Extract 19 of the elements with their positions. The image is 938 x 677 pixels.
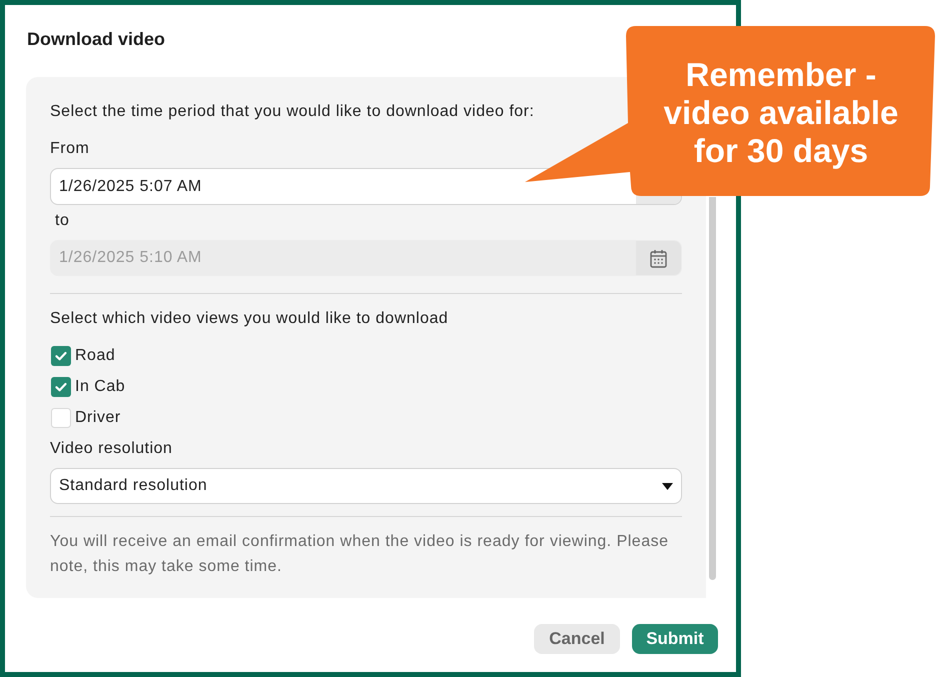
cancel-button[interactable]: Cancel	[534, 624, 620, 654]
checkbox-label[interactable]: Driver	[75, 407, 121, 429]
submit-button[interactable]: Submit	[632, 624, 718, 654]
checkbox-label[interactable]: In Cab	[75, 376, 126, 398]
checkbox-checked-icon[interactable]	[51, 346, 71, 366]
to-label: to	[55, 211, 70, 231]
checkbox-checked-icon[interactable]	[51, 377, 71, 397]
email-note: You will receive an email confirmation when the video is ready for viewing. Please note, this may take some time.	[50, 532, 670, 577]
from-label: From	[50, 139, 90, 159]
views-prompt: Select which video views you would like to download	[50, 309, 450, 329]
resolution-select[interactable]: Standard resolution	[50, 468, 682, 504]
scrollbar[interactable]	[709, 197, 716, 580]
checkbox-label[interactable]: Road	[75, 345, 116, 367]
dialog-title: Download video	[27, 29, 166, 49]
callout-text: Remember - video available for 30 days	[662, 56, 900, 170]
date-field[interactable]: 1/26/2025 5:07 AM	[50, 168, 682, 205]
resolution-label: Video resolution	[50, 439, 174, 459]
dropdown-arrow-icon[interactable]	[662, 482, 673, 490]
checkbox-empty-icon[interactable]	[51, 408, 71, 428]
